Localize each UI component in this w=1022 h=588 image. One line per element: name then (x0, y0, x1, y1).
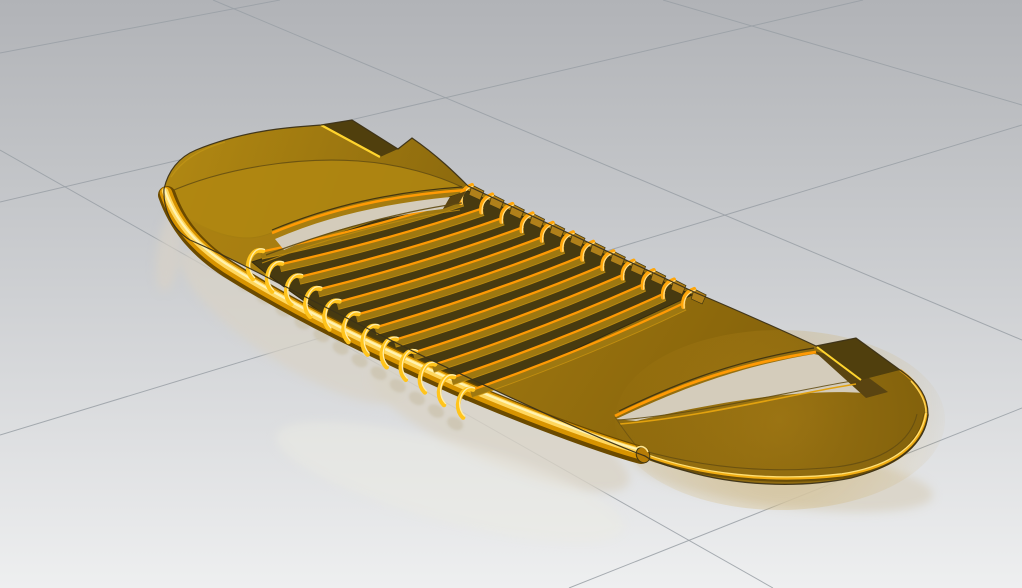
grid-line (663, 0, 1022, 105)
cad-viewport[interactable] (0, 0, 1022, 588)
grid-line (0, 0, 280, 53)
scene-canvas[interactable] (0, 0, 1022, 588)
